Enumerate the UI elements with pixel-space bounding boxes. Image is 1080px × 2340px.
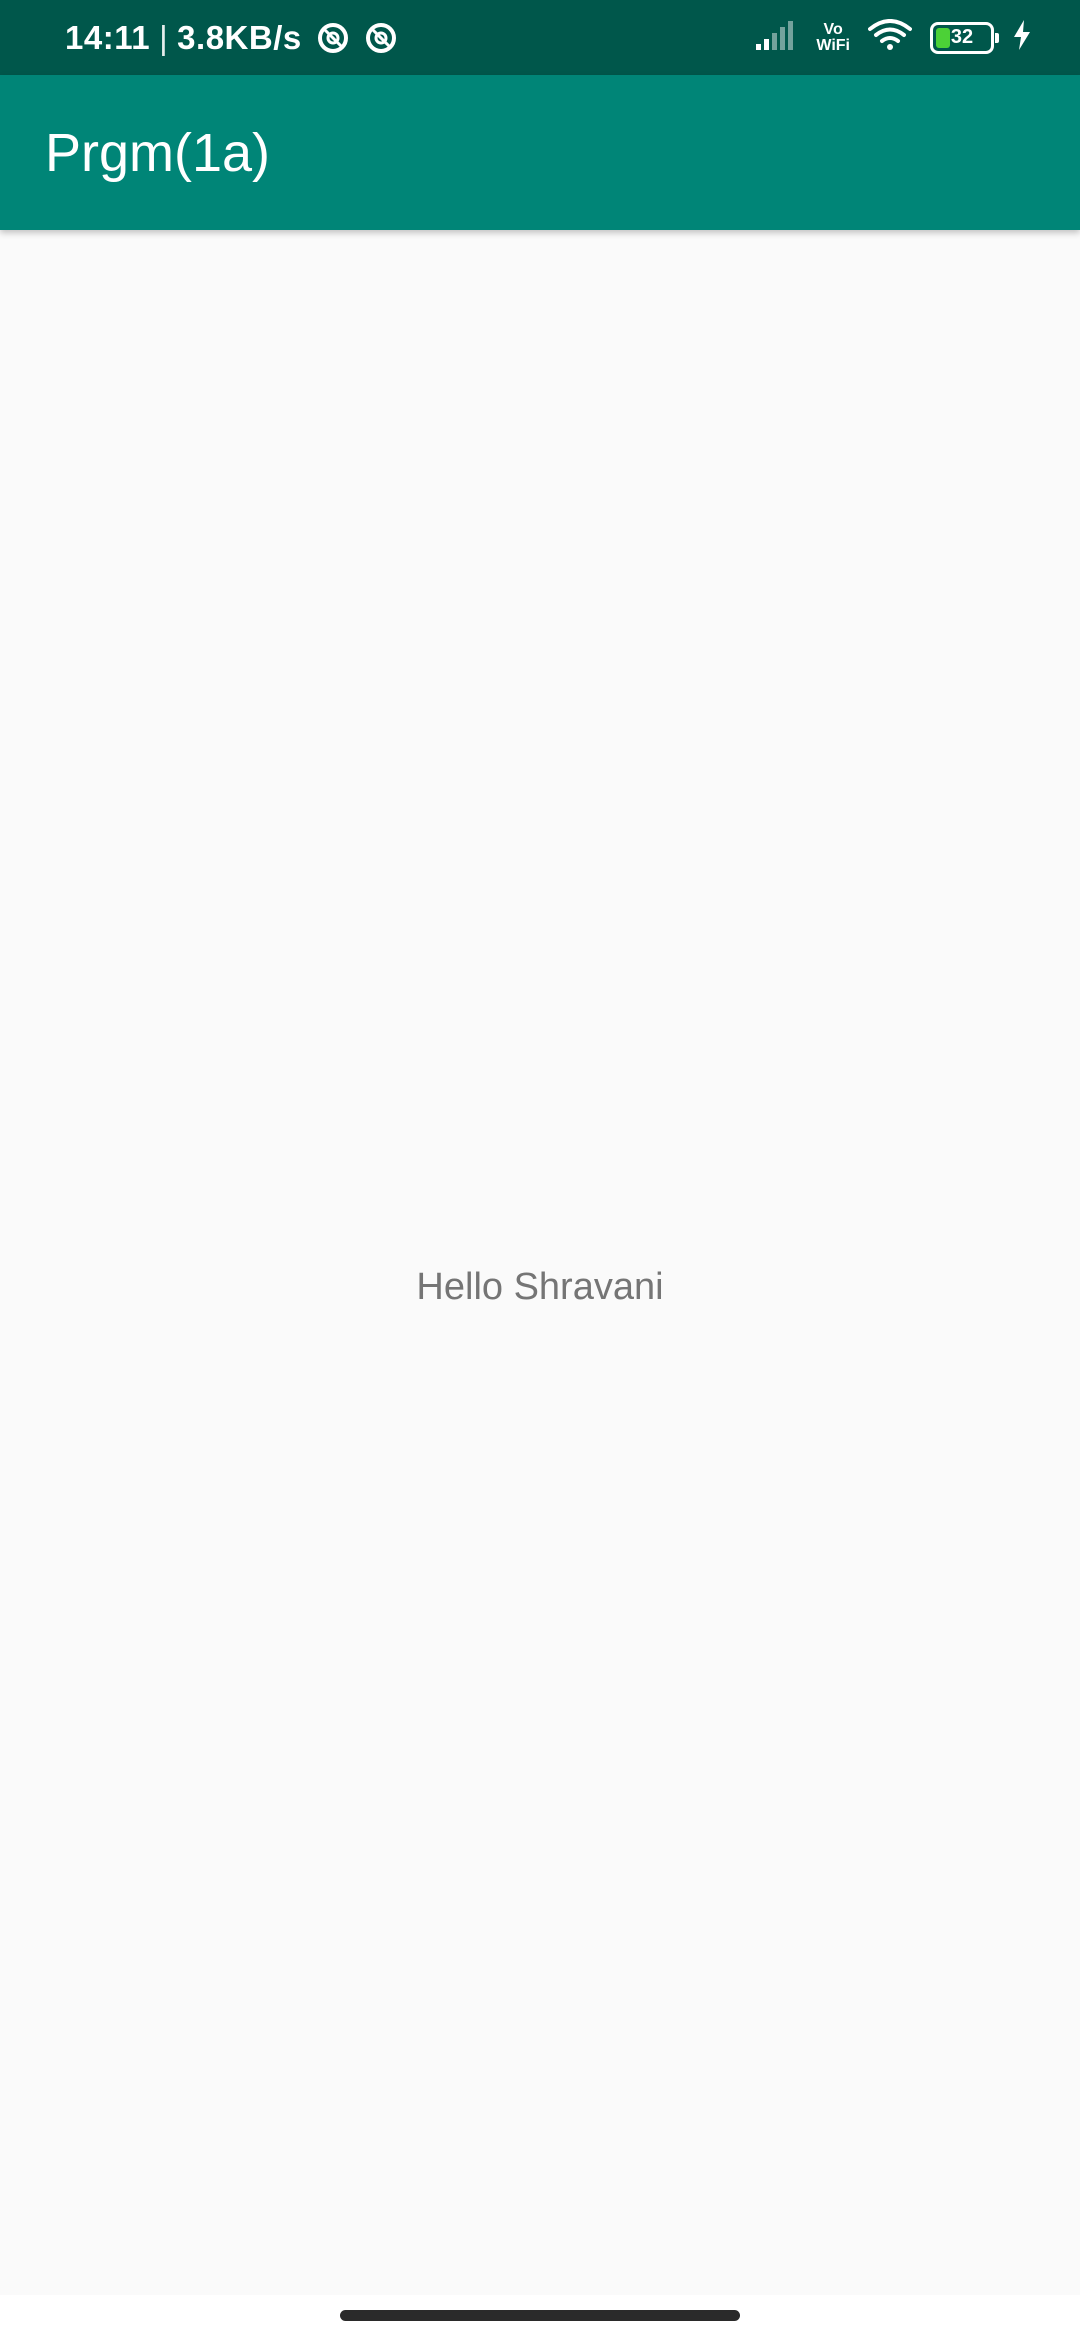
app-notification-icon <box>316 21 350 55</box>
network-speed: 3.8KB/s <box>177 18 302 56</box>
navigation-bar <box>0 2295 1080 2340</box>
status-bar: 14:11 | 3.8KB/s Vo WiFi 32 <box>0 0 1080 75</box>
status-separator: | <box>159 18 169 56</box>
vowifi-icon: Vo WiFi <box>816 20 850 54</box>
cell-signal-icon <box>756 20 798 55</box>
app-title: Prgm(1a) <box>45 122 271 183</box>
status-time: 14:11 <box>65 18 151 56</box>
battery-level: 32 <box>950 26 974 48</box>
status-right: Vo WiFi 32 <box>756 0 1032 75</box>
home-indicator[interactable] <box>340 2310 740 2321</box>
app-bar: Prgm(1a) <box>0 75 1080 230</box>
battery-icon: 32 <box>930 21 999 54</box>
vowifi-bottom: WiFi <box>816 36 850 54</box>
wifi-icon <box>868 19 912 56</box>
status-left: 14:11 | 3.8KB/s <box>65 0 398 75</box>
charging-icon <box>1012 20 1032 55</box>
app-notification-icon <box>364 21 398 55</box>
main-content: Hello Shravani <box>0 230 1080 2295</box>
hello-text: Hello Shravani <box>416 1266 664 1308</box>
battery-fill <box>936 27 950 48</box>
screen: 14:11 | 3.8KB/s Vo WiFi 32 Prgm(1a) Hell… <box>0 0 1080 2340</box>
vowifi-top: Vo <box>823 20 843 38</box>
